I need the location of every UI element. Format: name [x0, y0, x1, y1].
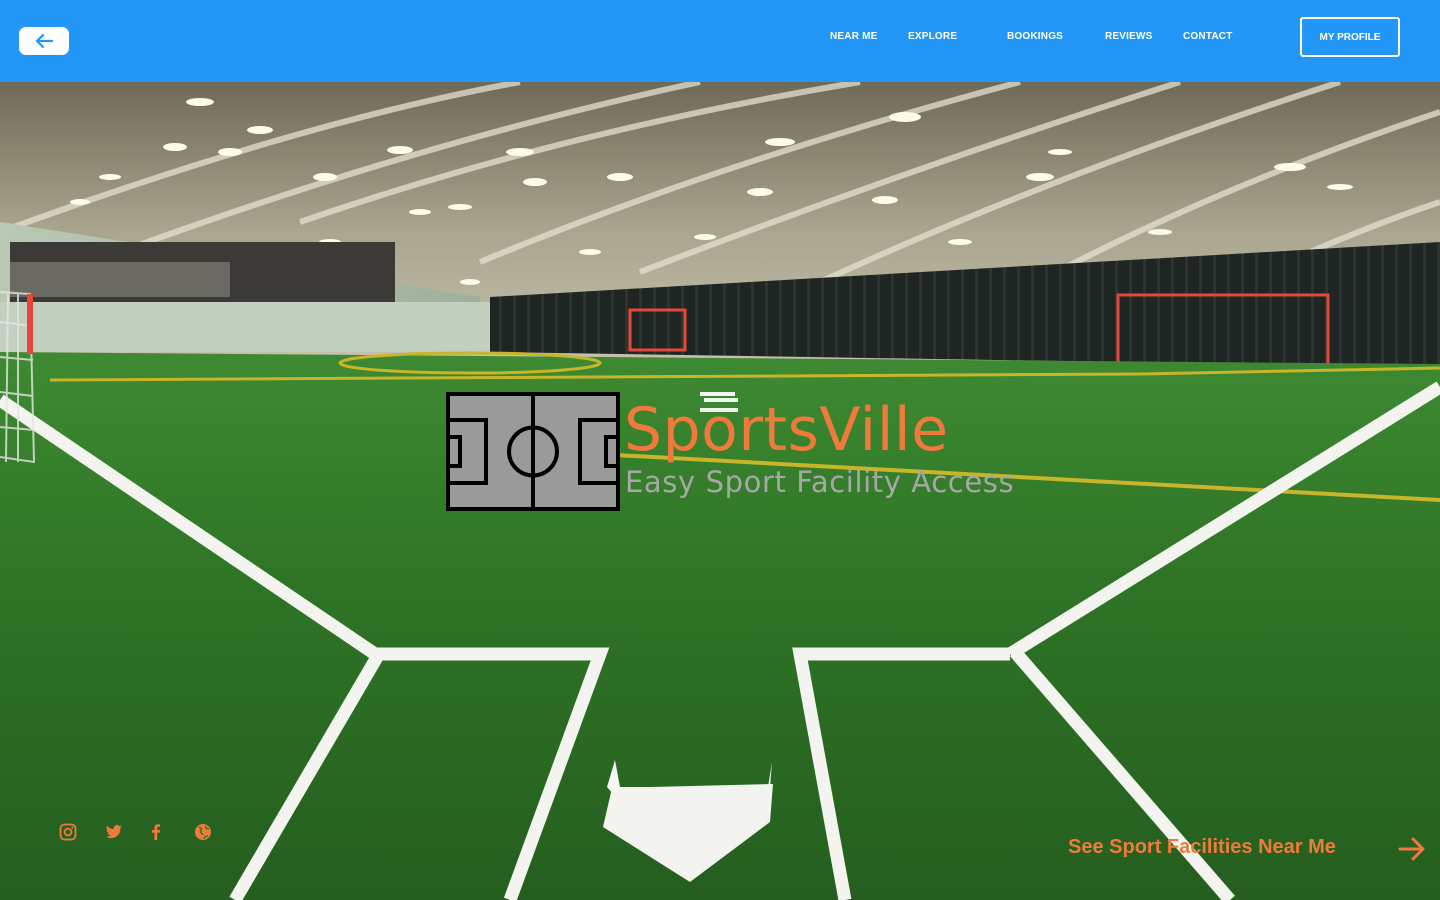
brand-title: SportsVille — [624, 395, 949, 465]
hero-section: SportsVille Easy Sport Facility Access S… — [0, 82, 1440, 900]
nav-link-bookings[interactable]: BOOKINGS — [1007, 31, 1063, 42]
arrow-left-icon — [35, 33, 54, 49]
arrow-right-icon[interactable] — [1398, 836, 1426, 862]
nav-link-near-me[interactable]: NEAR ME — [830, 31, 878, 42]
back-button[interactable] — [19, 27, 69, 55]
instagram-icon[interactable] — [59, 823, 77, 841]
top-navigation-bar: NEAR ME EXPLORE BOOKINGS REVIEWS CONTACT… — [0, 0, 1440, 82]
facebook-icon[interactable] — [147, 823, 165, 841]
nav-link-explore[interactable]: EXPLORE — [908, 31, 957, 42]
nav-link-contact[interactable]: CONTACT — [1183, 31, 1233, 42]
see-facilities-near-me-link[interactable]: See Sport Facilities Near Me — [1068, 836, 1336, 859]
my-profile-button[interactable]: MY PROFILE — [1300, 17, 1400, 57]
soccer-field-icon — [446, 392, 620, 511]
twitter-icon[interactable] — [105, 823, 123, 841]
globe-icon[interactable] — [194, 823, 212, 841]
brand-tagline: Easy Sport Facility Access — [625, 465, 1015, 499]
nav-link-reviews[interactable]: REVIEWS — [1105, 31, 1153, 42]
